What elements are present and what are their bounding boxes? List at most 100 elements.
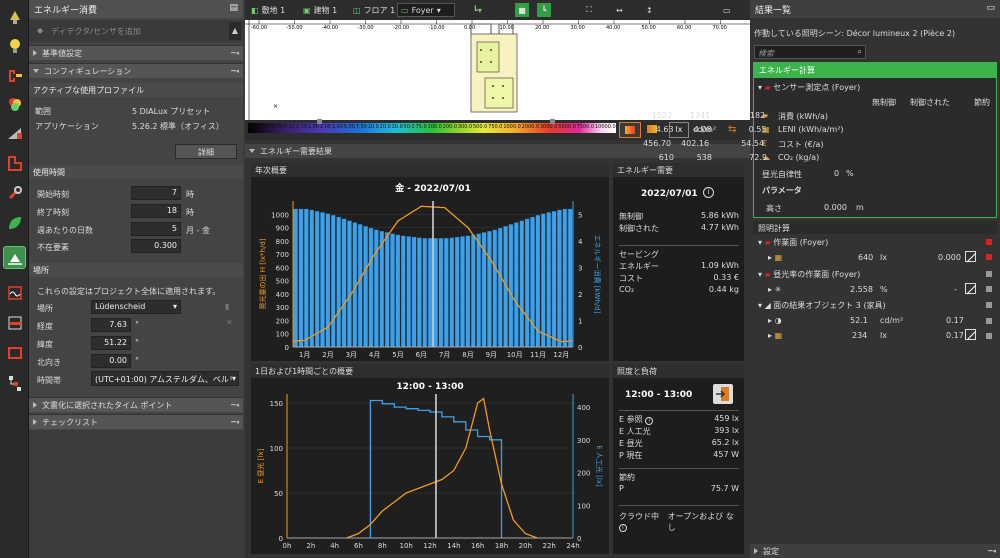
pin-icon: ━◂ bbox=[231, 49, 239, 57]
scroll-up-button[interactable]: ▲ bbox=[229, 22, 241, 40]
gradient-mode-button[interactable] bbox=[619, 122, 641, 138]
energy-row-label: LENI (kWh/a/m²) bbox=[778, 125, 844, 134]
end-time-input[interactable]: 18 bbox=[131, 204, 181, 218]
place-select[interactable]: Lüdenscheid ▾ bbox=[91, 300, 181, 314]
3d-view-button[interactable]: ■ bbox=[515, 3, 529, 17]
energy-bar bbox=[519, 220, 524, 348]
fit-icon: ⛶ bbox=[586, 5, 592, 14]
energy-row-value: 402.16 bbox=[681, 139, 710, 148]
colorbar-tick-label: 7500.0 bbox=[576, 124, 595, 130]
frame-icon[interactable] bbox=[4, 342, 25, 363]
search-input[interactable]: 検索 ⌕ bbox=[754, 45, 866, 59]
energy-row: ☁ CO₂ (kg/a) 610 538 72.9 bbox=[659, 153, 819, 162]
latitude-label: 緯度 bbox=[37, 340, 53, 349]
measure-icon[interactable] bbox=[4, 122, 25, 143]
monitor-icon[interactable]: ▭ bbox=[986, 3, 995, 15]
latitude-input[interactable]: 51.22 bbox=[91, 336, 131, 350]
building-selector[interactable]: ▣ 建物 1 bbox=[303, 3, 337, 17]
energy-row-value: 456.70 bbox=[643, 139, 672, 148]
energy-bar bbox=[363, 226, 368, 348]
y-tick-label: 700 bbox=[276, 251, 289, 259]
height-button[interactable]: ↕ bbox=[646, 3, 653, 17]
start-time-input[interactable]: 7 bbox=[131, 186, 181, 200]
north-input[interactable]: 0.00 bbox=[91, 354, 131, 368]
colorbar-max-handle[interactable] bbox=[550, 119, 555, 124]
colorbar-min-handle[interactable] bbox=[317, 119, 322, 124]
site-icon: ◧ bbox=[251, 5, 259, 15]
energy-bar bbox=[492, 229, 498, 348]
y2-tick-label: 400 bbox=[577, 404, 590, 412]
section-configuration[interactable]: コンフィギュレーション ━◂ bbox=[29, 63, 243, 78]
wrench-icon[interactable] bbox=[4, 182, 25, 203]
monitor-button[interactable]: ▭ bbox=[723, 3, 731, 17]
energy-results-header[interactable]: エネルギー需要結果 bbox=[245, 143, 750, 158]
curve-icon[interactable] bbox=[965, 251, 977, 263]
monitor-icon: ▭ bbox=[723, 5, 731, 15]
curve-icon[interactable] bbox=[965, 329, 977, 341]
color-palette-icon[interactable] bbox=[4, 93, 25, 114]
sensor-row[interactable]: ▾ ▰ センサー測定点 (Foyer) bbox=[758, 82, 860, 93]
lamp-icon[interactable] bbox=[4, 6, 25, 27]
days-per-week-input[interactable]: 5 bbox=[131, 222, 181, 236]
swap-icon[interactable]: ⇆ bbox=[728, 124, 736, 135]
site-selector[interactable]: ◧ 敷地 1 bbox=[251, 3, 285, 17]
plane-icon: ▰ bbox=[764, 238, 771, 247]
section-doc-timepoints[interactable]: 文書化に選択されたタイム ポイント ━◂ bbox=[29, 397, 243, 412]
bulb-icon[interactable] bbox=[4, 35, 25, 56]
wave-icon[interactable] bbox=[4, 282, 25, 303]
daylight-plane-row[interactable]: ▾ ▰ 昼光率の作業面 (Foyer) bbox=[758, 269, 860, 280]
x-tick-label: 1月 bbox=[299, 351, 310, 359]
surface-results-row[interactable]: ▾ ◢ 面の結果オブジェクト 3 (家具) bbox=[758, 300, 886, 311]
close-icon[interactable]: ✕ bbox=[226, 318, 233, 327]
energy-row-value: 4.08 bbox=[693, 125, 712, 134]
daylight-plane-values[interactable]: ▸ ✳ 2.558% - bbox=[768, 285, 957, 294]
plan-view-button[interactable]: ┗ bbox=[537, 3, 551, 17]
ruler-tick-label: 10.00 bbox=[499, 25, 514, 31]
room-shape-icon[interactable] bbox=[4, 152, 25, 173]
hour-unit: 時 bbox=[186, 190, 194, 199]
add-sensor-button[interactable]: ディテクタ/センサを追加 bbox=[51, 26, 141, 37]
power-saving-section: 節約 P 75.7 W bbox=[619, 468, 739, 496]
plan-icon: ┗ bbox=[541, 5, 547, 15]
floor-plan-icon[interactable] bbox=[4, 312, 25, 333]
plan-view[interactable]: × -60.00 -50.00 -40.00 -30.00 -20.00 -10.00 0.… bbox=[245, 20, 750, 120]
settings-section[interactable]: 設定 ━◂ bbox=[750, 543, 1000, 558]
absence-factor-input[interactable]: 0.300 bbox=[131, 239, 181, 253]
results-title: 結果一覧 bbox=[755, 6, 792, 16]
colorbar-tick-label: 10.0 bbox=[367, 124, 379, 130]
detail-button[interactable]: 詳細 bbox=[175, 144, 237, 159]
col-saving: 節約 bbox=[974, 98, 990, 107]
panel-menu-icon[interactable]: ▤ bbox=[229, 3, 238, 15]
document-icon[interactable]: ▮ bbox=[225, 302, 229, 311]
energy-consumption-icon[interactable] bbox=[3, 246, 26, 269]
section-basic-settings[interactable]: 基準値設定 ━◂ bbox=[29, 45, 243, 60]
ruler-tick-label: 70.00 bbox=[712, 25, 727, 31]
colorbar-tick-label: 1.00 bbox=[307, 124, 319, 130]
fit-view-button[interactable]: ⛶ bbox=[586, 3, 592, 17]
curve-icon[interactable] bbox=[965, 283, 977, 295]
ruler-scale: -60.00 -50.00 -40.00 -30.00 -20.00 -10.00 0.00… bbox=[245, 25, 750, 33]
surface-luminance-row[interactable]: ▸ ◑ 52.1 cd/m² 0.17 bbox=[768, 316, 964, 325]
energy-bar bbox=[460, 236, 465, 348]
section-checklist[interactable]: チェックリスト ━◂ bbox=[29, 414, 243, 429]
y-tick-label: 300 bbox=[276, 304, 289, 312]
surface-illuminance-row[interactable]: ▸ ▦ 234 lx 0.17 bbox=[768, 331, 964, 340]
info-icon[interactable]: i bbox=[703, 187, 714, 198]
leaf-energy-icon[interactable] bbox=[4, 212, 25, 233]
x-tick-label: 9月 bbox=[486, 351, 497, 359]
grid-icon: ▦ bbox=[774, 253, 783, 262]
hierarchy-icon[interactable] bbox=[4, 372, 25, 393]
floor-selector[interactable]: ◫ フロア 1 bbox=[353, 3, 395, 17]
building-icon: ▣ bbox=[303, 5, 311, 15]
width-button[interactable]: ↔ bbox=[616, 3, 623, 17]
work-plane-row[interactable]: ▾ ▰ 作業面 (Foyer) bbox=[758, 237, 828, 248]
export-icon[interactable] bbox=[713, 384, 733, 404]
room-selector[interactable]: ▭ Foyer ▾ bbox=[397, 3, 455, 17]
view-mode-button[interactable]: ┗▾ bbox=[473, 3, 482, 17]
energy-consumption-panel: エネルギー消費 ▤ ◆ ディテクタ/センサを追加 ▲ 基準値設定 ━◂ コンフィギュ… bbox=[29, 0, 243, 558]
magnet-tool-icon[interactable] bbox=[4, 64, 25, 85]
y2-tick-label: 3 bbox=[578, 264, 582, 272]
timezone-select[interactable]: (UTC+01:00) アムステルダム、ベルリン、ベ▾ bbox=[91, 371, 239, 386]
work-plane-values[interactable]: ▸ ▦ 640 lx 0.000 bbox=[768, 253, 961, 262]
longitude-input[interactable]: 7.63 bbox=[91, 318, 131, 332]
